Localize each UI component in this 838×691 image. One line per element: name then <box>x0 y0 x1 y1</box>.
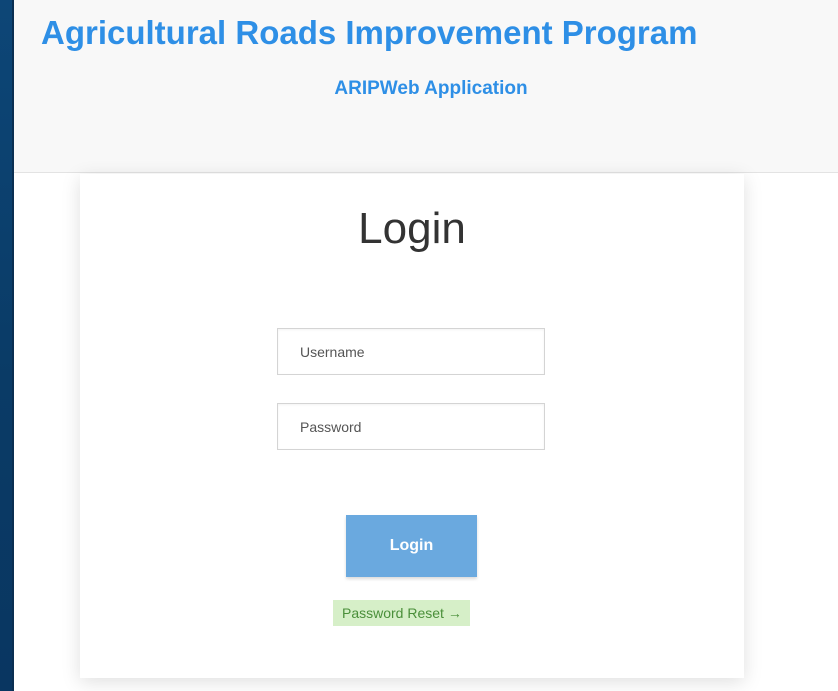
password-field[interactable] <box>277 403 545 450</box>
window-frame: Agricultural Roads Improvement Program A… <box>0 0 838 691</box>
login-card: Login Login Password Reset → <box>80 174 744 678</box>
app-window: Agricultural Roads Improvement Program A… <box>12 0 838 691</box>
username-field[interactable] <box>277 328 545 375</box>
login-heading: Login <box>358 204 466 253</box>
username-input[interactable] <box>278 329 544 374</box>
password-input[interactable] <box>278 404 544 449</box>
app-subtitle: ARIPWeb Application <box>334 78 528 99</box>
login-button[interactable]: Login <box>346 515 477 577</box>
app-title: Agricultural Roads Improvement Program <box>41 14 698 51</box>
password-reset-link[interactable]: Password Reset → <box>333 600 470 626</box>
page-header: Agricultural Roads Improvement Program A… <box>14 0 838 173</box>
